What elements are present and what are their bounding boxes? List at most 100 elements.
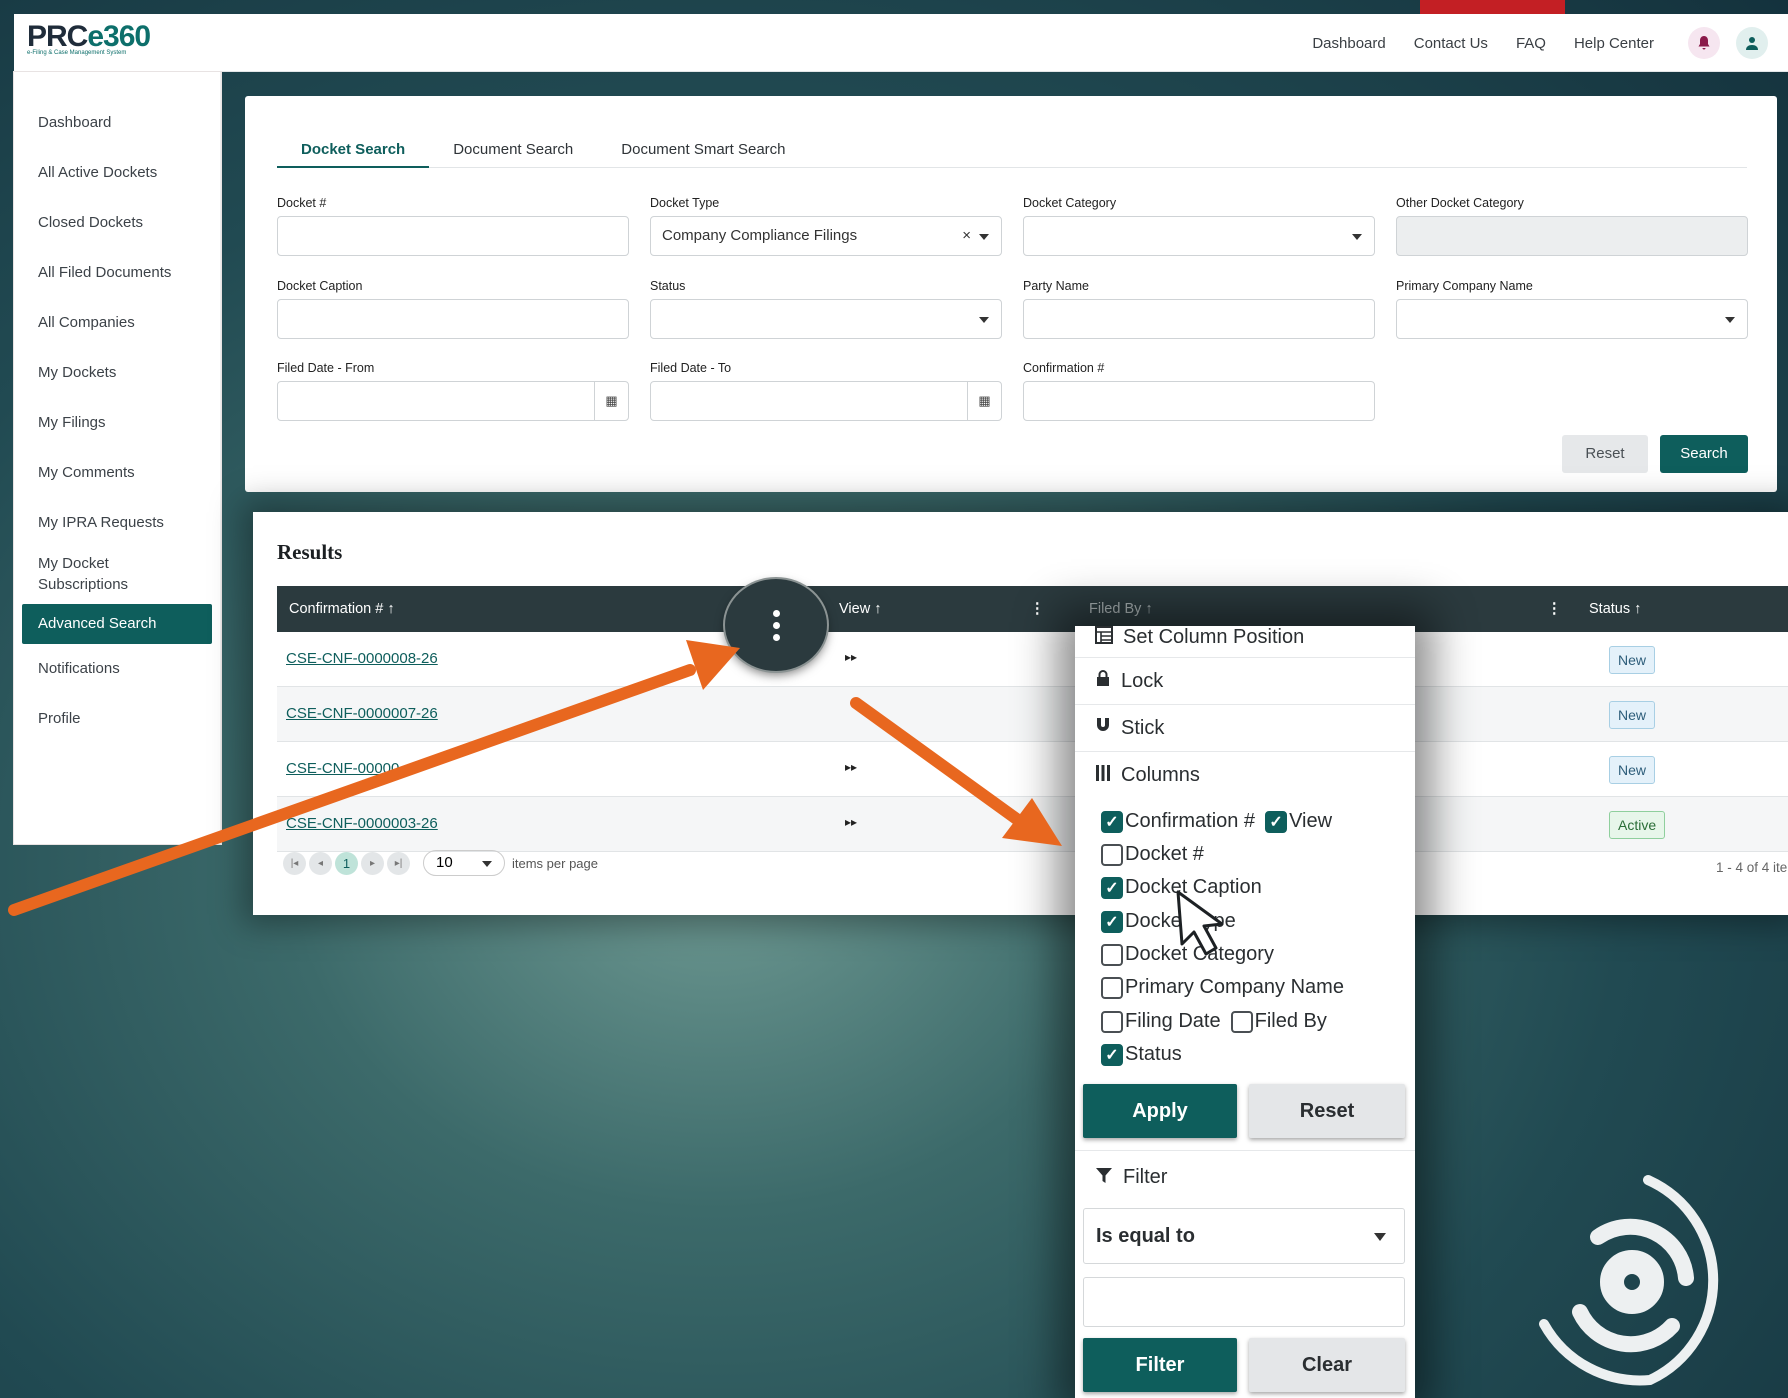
menu-lock[interactable]: Lock: [1075, 658, 1415, 705]
column-toggle-docket-caption[interactable]: ✓ Docket Caption: [1101, 876, 1262, 899]
checkbox[interactable]: ✓: [1101, 810, 1123, 833]
sidebar-item-all-active-dockets[interactable]: All Active Dockets: [14, 148, 220, 198]
filter-button[interactable]: Filter: [1083, 1338, 1237, 1392]
first-page-icon[interactable]: |◂: [283, 851, 306, 875]
prev-page-icon[interactable]: ◂: [309, 851, 332, 875]
chevron-down-icon: [1352, 234, 1362, 240]
column-header-view[interactable]: View ↑: [839, 586, 881, 632]
checkbox[interactable]: ✓: [1101, 876, 1123, 899]
page-number[interactable]: 1: [335, 851, 358, 875]
checkbox[interactable]: [1101, 1010, 1123, 1033]
results-count: 1 - 4 of 4 ite: [1716, 860, 1788, 875]
nav-faq[interactable]: FAQ: [1516, 35, 1546, 52]
docket-caption-field: Docket Caption: [277, 279, 629, 339]
checkbox[interactable]: [1230, 1010, 1253, 1033]
search-button[interactable]: Search: [1660, 435, 1748, 473]
docket-type-select[interactable]: Company Compliance Filings ×: [650, 216, 1002, 256]
column-menu-icon[interactable]: ⋮: [1547, 586, 1562, 632]
sidebar-item-my-docket-subscriptions[interactable]: My Docket Subscriptions: [14, 548, 164, 604]
logo[interactable]: PRCe360 e-Filing & Case Management Syste…: [27, 20, 151, 56]
view-icon[interactable]: ▸▸: [845, 650, 857, 664]
pager: |◂ ◂ 1 ▸ ▸| 10 items per page: [283, 850, 598, 876]
sidebar-item-my-dockets[interactable]: My Dockets: [14, 348, 220, 398]
nav-help-center[interactable]: Help Center: [1574, 35, 1654, 52]
sidebar-item-closed-dockets[interactable]: Closed Dockets: [14, 198, 220, 248]
sidebar-item-notifications[interactable]: Notifications: [14, 644, 220, 694]
confirmation-link[interactable]: CSE-CNF-0000007-26: [286, 705, 438, 722]
checkbox[interactable]: ✓: [1101, 1043, 1123, 1066]
column-menu-icon[interactable]: ⋮: [1030, 586, 1045, 632]
menu-columns[interactable]: Columns: [1075, 752, 1415, 799]
sidebar-item-dashboard[interactable]: Dashboard: [14, 98, 220, 148]
party-name-input[interactable]: [1023, 299, 1375, 339]
docket-category-select[interactable]: [1023, 216, 1375, 256]
per-page-select[interactable]: 10: [423, 850, 505, 876]
reset-button[interactable]: Reset: [1562, 435, 1648, 473]
column-header-status[interactable]: Status ↑: [1589, 586, 1641, 632]
column-toggle-docket-category[interactable]: Docket Category: [1101, 943, 1274, 966]
table-row: CSE-CNF-0000008-26 ▸▸ New: [277, 632, 1788, 687]
view-icon[interactable]: ▸▸: [845, 760, 857, 774]
menu-stick[interactable]: Stick: [1075, 705, 1415, 752]
checkbox[interactable]: [1101, 943, 1123, 966]
zoomed-column-menu-icon[interactable]: [725, 579, 827, 671]
sidebar-item-all-filed-documents[interactable]: All Filed Documents: [14, 248, 220, 298]
chevron-down-icon: [979, 317, 989, 323]
bell-icon[interactable]: [1688, 27, 1720, 59]
column-toggle-docket-type[interactable]: ✓ Docket Type: [1101, 910, 1236, 933]
checkbox[interactable]: ✓: [1265, 810, 1288, 833]
column-toggle-view[interactable]: ✓ View: [1265, 810, 1332, 833]
next-page-icon[interactable]: ▸: [361, 851, 384, 875]
filed-date-from-input[interactable]: ▦: [277, 381, 629, 421]
clear-button[interactable]: Clear: [1249, 1338, 1405, 1392]
checkbox[interactable]: [1101, 976, 1123, 999]
checkbox[interactable]: ✓: [1101, 910, 1123, 933]
table-row: CSE-CNF-0000003-26 ▸▸ Active: [277, 797, 1788, 852]
tab-document-search[interactable]: Document Search: [429, 140, 597, 168]
confirmation-link[interactable]: CSE-CNF-00000: [286, 760, 399, 777]
view-icon[interactable]: ▸▸: [845, 815, 857, 829]
column-toggle-filing-date[interactable]: Filing Date: [1101, 1010, 1221, 1033]
sidebar-item-all-companies[interactable]: All Companies: [14, 298, 220, 348]
checkbox[interactable]: [1101, 843, 1123, 866]
apply-button[interactable]: Apply: [1083, 1084, 1237, 1138]
tab-document-smart-search[interactable]: Document Smart Search: [597, 140, 809, 168]
column-header-confirmation[interactable]: Confirmation # ↑: [289, 586, 395, 632]
sidebar-item-profile[interactable]: Profile: [14, 694, 220, 744]
column-toggle-filed-by[interactable]: Filed By: [1230, 1010, 1327, 1033]
filter-value-input[interactable]: [1083, 1277, 1405, 1327]
confirmation-link[interactable]: CSE-CNF-0000008-26: [286, 650, 438, 667]
tab-docket-search[interactable]: Docket Search: [277, 140, 430, 168]
calendar-icon[interactable]: ▦: [594, 382, 628, 420]
column-toggle-docket-number[interactable]: Docket #: [1101, 843, 1204, 866]
column-toggle-status[interactable]: ✓ Status: [1101, 1043, 1182, 1066]
menu-reset-button[interactable]: Reset: [1249, 1084, 1405, 1138]
user-icon[interactable]: [1736, 27, 1768, 59]
sidebar-item-my-comments[interactable]: My Comments: [14, 448, 220, 498]
status-select[interactable]: [650, 299, 1002, 339]
column-toggle-primary-company[interactable]: Primary Company Name: [1101, 976, 1344, 999]
filed-date-to-input[interactable]: ▦: [650, 381, 1002, 421]
sidebar-item-my-filings[interactable]: My Filings: [14, 398, 220, 448]
primary-company-select[interactable]: [1396, 299, 1748, 339]
other-docket-category-field: Other Docket Category: [1396, 196, 1748, 256]
header-accent-strip: [1420, 0, 1565, 14]
filter-operator-select[interactable]: Is equal to: [1083, 1208, 1405, 1264]
menu-set-column-position[interactable]: Set Column Position: [1075, 626, 1415, 658]
nav-dashboard[interactable]: Dashboard: [1312, 35, 1385, 52]
nav-contact-us[interactable]: Contact Us: [1414, 35, 1488, 52]
sidebar-item-my-ipra-requests[interactable]: My IPRA Requests: [14, 498, 220, 548]
confirmation-input[interactable]: [1023, 381, 1375, 421]
calendar-icon[interactable]: ▦: [967, 382, 1001, 420]
column-toggle-confirmation[interactable]: ✓ Confirmation #: [1101, 810, 1255, 833]
docket-caption-input[interactable]: [277, 299, 629, 339]
results-panel: Results Confirmation # ↑ View ↑ ⋮ Filed …: [253, 512, 1788, 915]
table-row: CSE-CNF-0000007-26 New: [277, 687, 1788, 742]
last-page-icon[interactable]: ▸|: [387, 851, 410, 875]
column-menu: Set Column Position Lock Stick Columns ✓…: [1075, 626, 1415, 1398]
confirmation-link[interactable]: CSE-CNF-0000003-26: [286, 815, 438, 832]
sidebar-item-advanced-search[interactable]: Advanced Search: [22, 604, 212, 644]
clear-icon[interactable]: ×: [962, 217, 971, 255]
docket-number-input[interactable]: [277, 216, 629, 256]
search-tabs: Docket Search Document Search Document S…: [277, 140, 1747, 168]
